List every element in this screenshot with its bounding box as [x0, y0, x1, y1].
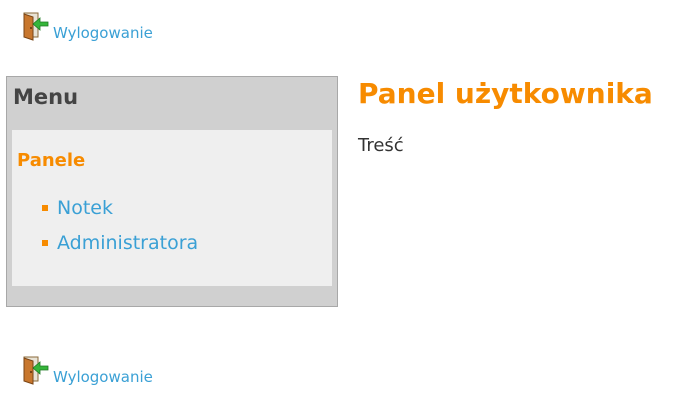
logout-link-top[interactable]: Wylogowanie [21, 11, 153, 42]
menu-item-administratora[interactable]: Administratora [42, 232, 198, 254]
menu-item-notek[interactable]: Notek [42, 197, 198, 219]
bullet-icon [42, 240, 48, 246]
bullet-icon [42, 205, 48, 211]
section-title-panele: Panele [17, 150, 86, 171]
logout-link-bottom[interactable]: Wylogowanie [21, 355, 153, 386]
page: Wylogowanie Menu Panele Notek Administra… [0, 0, 679, 400]
menu-link-notek[interactable]: Notek [57, 197, 113, 219]
menu-list: Notek Administratora [42, 197, 198, 267]
page-title: Panel użytkownika [358, 77, 653, 110]
main-content: Treść [358, 135, 404, 156]
logout-door-icon [23, 356, 49, 385]
logout-label: Wylogowanie [53, 24, 153, 42]
sidebar-panel: Panele Notek Administratora [12, 130, 332, 286]
menu-link-administratora[interactable]: Administratora [57, 232, 198, 254]
sidebar-title: Menu [13, 85, 79, 109]
logout-label: Wylogowanie [53, 368, 153, 386]
sidebar-menu: Menu Panele Notek Administratora [6, 76, 338, 307]
logout-door-icon [23, 12, 49, 41]
